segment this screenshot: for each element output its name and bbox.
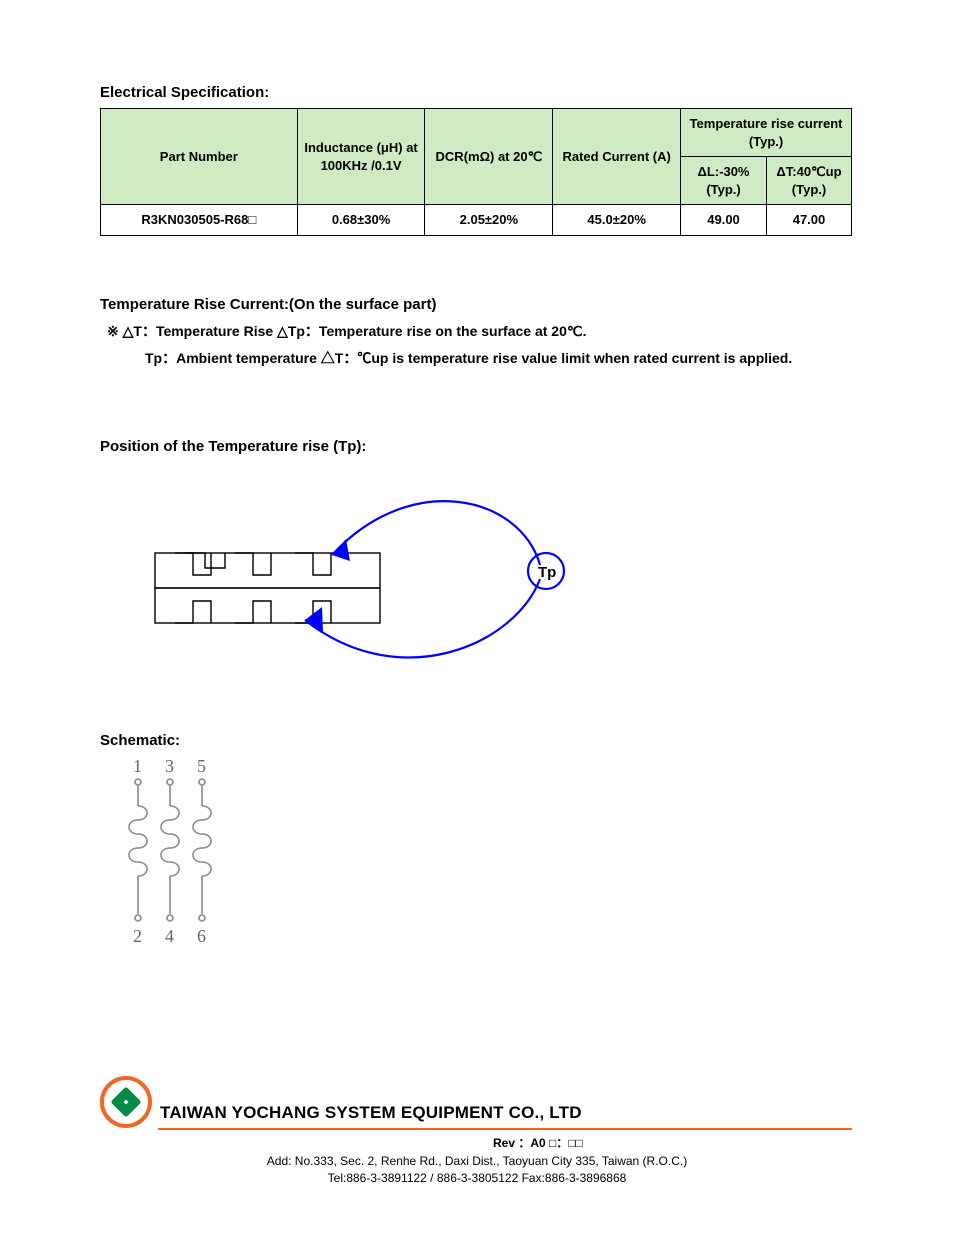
tp-diagram-heading: Position of the Temperature rise (Tp): bbox=[100, 438, 366, 455]
th-temp-rise-left: ΔL:-30% (Typ.) bbox=[681, 157, 767, 205]
temp-note-block: ※ △T：Temperature Rise △Tp：Temperature ri… bbox=[107, 318, 792, 371]
footer-address-line2: Tel:886-3-3891122 / 886-3-3805122 Fax:88… bbox=[262, 1170, 692, 1187]
th-temp-rise-right: ΔT:40℃up (Typ.) bbox=[766, 157, 851, 205]
pin-label-4: 4 bbox=[165, 926, 174, 946]
temp-note-line1: ※ △T：Temperature Rise △Tp：Temperature ri… bbox=[107, 318, 792, 345]
page-root: Electrical Specification: Part Number In… bbox=[0, 0, 954, 1235]
cell-tr-right: 47.00 bbox=[766, 205, 851, 236]
th-rated-current: Rated Current (A) bbox=[553, 109, 681, 205]
th-part-number: Part Number bbox=[101, 109, 298, 205]
temp-rise-heading: Temperature Rise Current:(On the surface… bbox=[100, 296, 436, 313]
tp-diagram: Tp bbox=[100, 475, 740, 685]
footer-address: Add: No.333, Sec. 2, Renhe Rd., Daxi Dis… bbox=[262, 1153, 692, 1188]
th-inductance: Inductance (μH) at 100KHz /0.1V bbox=[297, 109, 425, 205]
temp-note-line2: Tp：Ambient temperature △T：℃up is tempera… bbox=[145, 345, 792, 372]
pin-label-5: 5 bbox=[197, 756, 206, 776]
footer-revision: Rev ：A0 □：□□ bbox=[493, 1134, 583, 1151]
schematic-diagram: 1 3 5 2 4 6 bbox=[123, 756, 243, 946]
schematic-heading: Schematic: bbox=[100, 732, 180, 749]
th-temp-rise-top: Temperature rise current (Typ.) bbox=[681, 109, 852, 157]
footer-divider bbox=[158, 1128, 852, 1130]
cell-tr-left: 49.00 bbox=[681, 205, 767, 236]
company-logo-icon bbox=[100, 1076, 152, 1128]
cell-inductance: 0.68±30% bbox=[297, 205, 425, 236]
cell-dcr: 2.05±20% bbox=[425, 205, 553, 236]
table-row: R3KN030505-R68□ 0.68±30% 2.05±20% 45.0±2… bbox=[101, 205, 852, 236]
cell-rated: 45.0±20% bbox=[553, 205, 681, 236]
company-name: TAIWAN YOCHANG SYSTEM EQUIPMENT CO., LTD bbox=[160, 1103, 582, 1123]
pin-label-2: 2 bbox=[133, 926, 142, 946]
pin-label-1: 1 bbox=[133, 756, 142, 776]
electrical-spec-heading: Electrical Specification: bbox=[100, 84, 269, 101]
footer-address-line1: Add: No.333, Sec. 2, Renhe Rd., Daxi Dis… bbox=[262, 1153, 692, 1170]
cell-part-no: R3KN030505-R68□ bbox=[101, 205, 298, 236]
pin-label-3: 3 bbox=[165, 756, 174, 776]
spec-table: Part Number Inductance (μH) at 100KHz /0… bbox=[100, 108, 852, 236]
th-dcr: DCR(mΩ) at 20℃ bbox=[425, 109, 553, 205]
table-header-row: Part Number Inductance (μH) at 100KHz /0… bbox=[101, 109, 852, 157]
tp-label: Tp bbox=[538, 564, 556, 581]
pin-label-6: 6 bbox=[197, 926, 206, 946]
